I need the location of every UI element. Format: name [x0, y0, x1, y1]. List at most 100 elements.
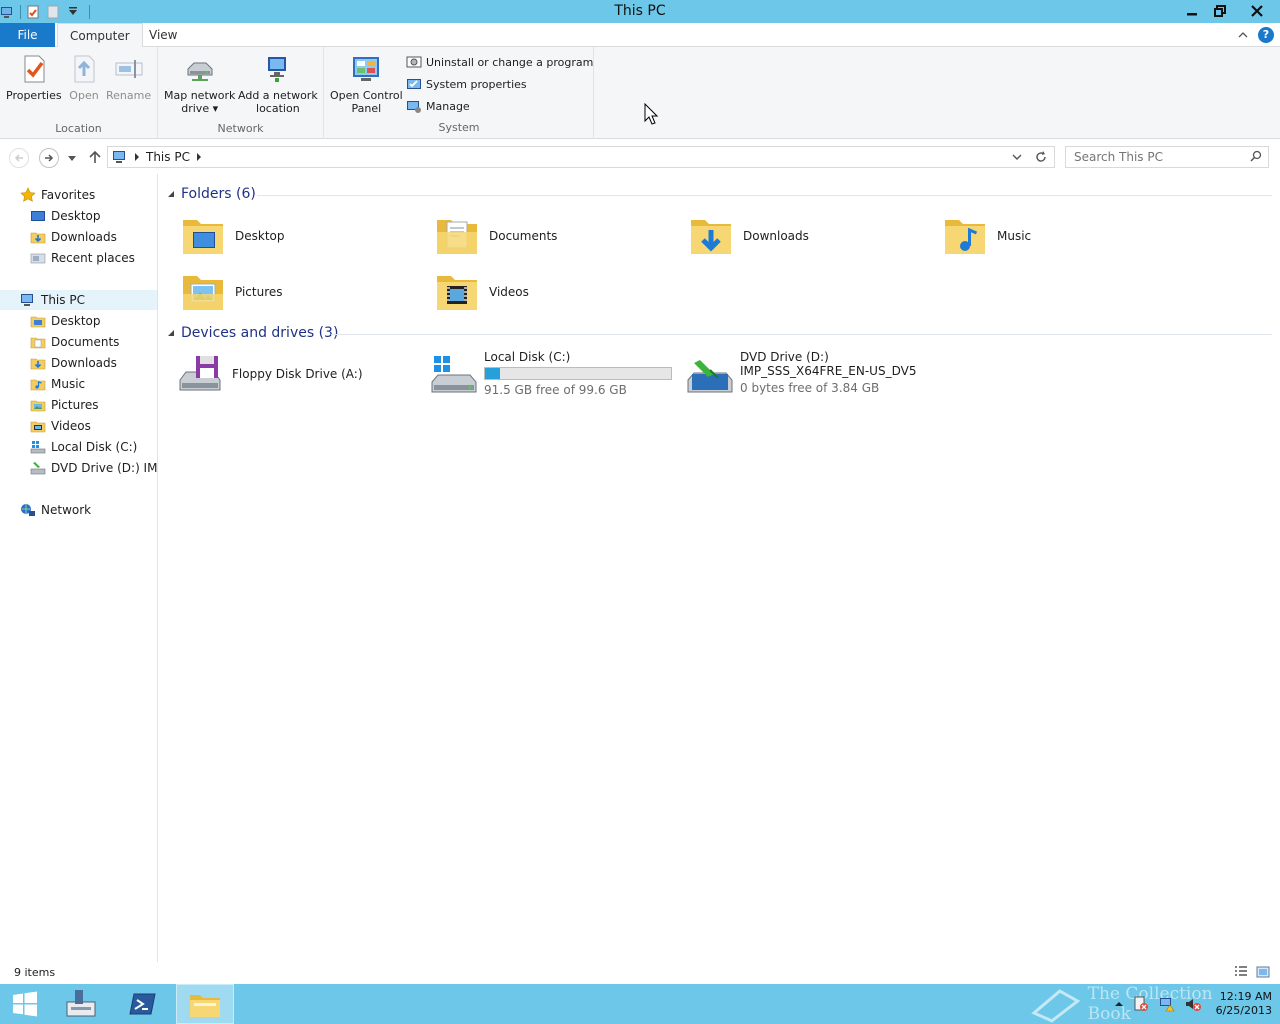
dvd-drive-icon — [687, 360, 733, 393]
nav-pc-local-disk[interactable]: Local Disk (C:) — [30, 437, 137, 457]
drives-group-header[interactable]: Devices and drives (3) — [167, 325, 338, 341]
start-button[interactable] — [0, 984, 50, 1024]
network-icon — [21, 504, 35, 516]
nav-pc-desktop-label: Desktop — [51, 314, 101, 328]
nav-pc-music[interactable]: Music — [30, 374, 85, 394]
nav-pc-documents[interactable]: Documents — [30, 332, 119, 352]
taskbar: The Collection Book 12:19 AM 6/25/2013 — [0, 984, 1280, 1024]
nav-pc-pictures[interactable]: Pictures — [30, 395, 99, 415]
breadcrumb-this-pc[interactable]: This PC — [146, 150, 190, 164]
star-icon — [20, 187, 36, 202]
dvd-name: DVD Drive (D:) — [740, 350, 829, 364]
server-manager-taskbar-button[interactable] — [52, 984, 110, 1024]
folder-pictures[interactable]: Pictures — [179, 268, 283, 316]
nav-network[interactable]: Network — [20, 500, 91, 520]
windows-logo-icon — [13, 991, 37, 1017]
folders-group-header[interactable]: Folders (6) — [167, 186, 256, 202]
local-disk-name: Local Disk (C:) — [484, 350, 571, 364]
nav-favorites-label: Favorites — [41, 188, 96, 202]
recent-locations-icon[interactable] — [67, 154, 77, 162]
volume-icon[interactable] — [1184, 995, 1202, 1013]
rename-button[interactable]: Rename — [106, 53, 151, 102]
search-input[interactable] — [1074, 147, 1244, 167]
nav-fav-recent-label: Recent places — [51, 251, 135, 265]
properties-icon — [24, 55, 45, 83]
chevron-right-icon[interactable] — [134, 153, 140, 161]
folder-downloads-label: Downloads — [743, 229, 809, 243]
tab-view[interactable]: View — [137, 23, 189, 47]
address-bar[interactable]: This PC — [107, 146, 1055, 168]
drive-floppy[interactable]: Floppy Disk Drive (A:) — [176, 350, 363, 398]
drive-dvd[interactable]: DVD Drive (D:) IMP_SSS_X64FRE_EN-US_DV5 … — [686, 350, 916, 398]
ribbon-tabs: File Computer View ? — [0, 23, 1280, 48]
folder-desktop[interactable]: Desktop — [179, 212, 285, 260]
videos-folder-icon — [437, 276, 477, 310]
folder-music[interactable]: Music — [941, 212, 1031, 260]
properties-button[interactable]: Properties — [6, 53, 62, 102]
nav-fav-recent-places[interactable]: Recent places — [30, 248, 135, 268]
add-network-location-button[interactable]: Add a network location — [238, 53, 318, 115]
up-arrow-icon[interactable] — [88, 150, 102, 164]
add-location-label-2: location — [256, 102, 300, 115]
manage-label: Manage — [426, 99, 470, 113]
system-properties-button[interactable]: System properties — [406, 76, 527, 92]
nav-favorites[interactable]: Favorites — [20, 185, 95, 205]
properties-label: Properties — [6, 89, 62, 102]
network-status-icon[interactable] — [1158, 995, 1176, 1013]
chevron-right-icon[interactable] — [196, 153, 202, 161]
local-disk-icon — [431, 356, 477, 393]
powershell-taskbar-button[interactable] — [114, 984, 172, 1024]
search-icon[interactable] — [1250, 150, 1262, 162]
folders-header-label: Folders (6) — [181, 186, 256, 202]
tab-file[interactable]: File — [0, 23, 55, 47]
restore-button[interactable] — [1206, 0, 1234, 22]
large-icons-view-icon[interactable] — [1256, 965, 1270, 979]
uninstall-program-button[interactable]: Uninstall or change a program — [406, 54, 593, 70]
content-pane: Folders (6) Desktop Documents Downloads … — [159, 174, 1280, 962]
minimize-button[interactable] — [1178, 0, 1206, 22]
folder-icon — [30, 316, 46, 328]
address-history-icon[interactable] — [1012, 149, 1022, 165]
show-hidden-icons-icon[interactable] — [1114, 999, 1124, 1009]
nav-fav-desktop-label: Desktop — [51, 209, 101, 223]
map-drive-label: Map network — [164, 89, 236, 102]
desktop-folder-icon — [183, 220, 223, 254]
open-control-panel-button[interactable]: Open Control Panel — [330, 53, 403, 115]
open-button[interactable]: Open — [68, 53, 100, 102]
nav-pc-downloads[interactable]: Downloads — [30, 353, 117, 373]
search-box[interactable] — [1065, 146, 1269, 168]
refresh-icon[interactable] — [1034, 149, 1048, 165]
clock[interactable]: 12:19 AM 6/25/2013 — [1216, 990, 1272, 1018]
nav-pc-music-label: Music — [51, 377, 86, 391]
drive-floppy-label: Floppy Disk Drive (A:) — [232, 367, 363, 381]
action-center-icon[interactable] — [1132, 995, 1150, 1013]
nav-pc-videos[interactable]: Videos — [30, 416, 91, 436]
details-view-icon[interactable] — [1234, 965, 1248, 979]
help-icon[interactable]: ? — [1258, 27, 1274, 43]
downloads-folder-icon — [30, 358, 46, 370]
folder-downloads[interactable]: Downloads — [687, 212, 809, 260]
collapse-ribbon-icon[interactable] — [1238, 30, 1248, 40]
close-button[interactable] — [1234, 0, 1280, 22]
nav-fav-downloads[interactable]: Downloads — [30, 227, 117, 247]
tab-computer[interactable]: Computer — [57, 23, 143, 48]
folder-documents[interactable]: Documents — [433, 212, 557, 260]
file-explorer-taskbar-button[interactable] — [176, 984, 234, 1024]
forward-button[interactable] — [39, 148, 59, 168]
programs-icon — [406, 56, 422, 68]
dvd-free: 0 bytes free of 3.84 GB — [740, 381, 880, 395]
back-button[interactable] — [9, 148, 29, 168]
map-network-drive-button[interactable]: Map network drive ▾ — [164, 53, 235, 115]
nav-fav-desktop[interactable]: Desktop — [30, 206, 101, 226]
nav-pc-dvd-drive[interactable]: DVD Drive (D:) IMP_S — [30, 458, 157, 478]
nav-this-pc-label: This PC — [41, 293, 85, 307]
folder-pictures-label: Pictures — [235, 285, 283, 299]
manage-button[interactable]: Manage — [406, 98, 470, 114]
nav-pc-desktop[interactable]: Desktop — [30, 311, 101, 331]
nav-this-pc[interactable]: This PC — [0, 290, 157, 310]
clock-time: 12:19 AM — [1219, 990, 1272, 1003]
desktop-icon — [31, 211, 45, 221]
mouse-cursor-icon — [644, 103, 658, 125]
drive-local-disk[interactable]: Local Disk (C:) 91.5 GB free of 99.6 GB — [430, 350, 672, 398]
folder-videos[interactable]: Videos — [433, 268, 529, 316]
